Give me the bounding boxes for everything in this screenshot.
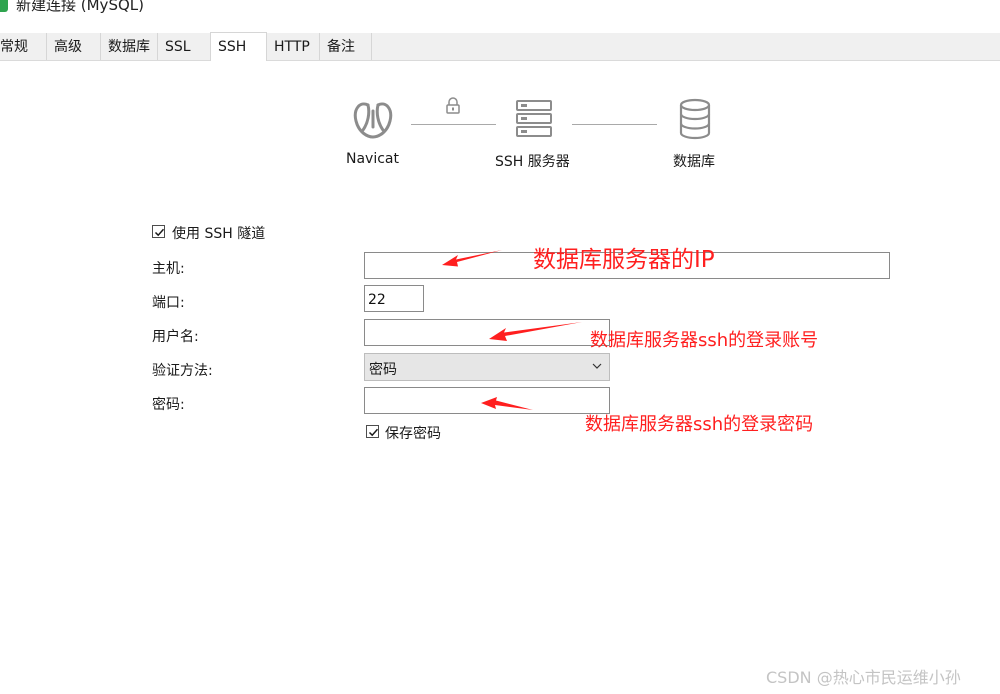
host-annotation: 数据库服务器的IP [533, 247, 715, 273]
watermark: CSDN @热心市民运维小孙 [766, 668, 961, 687]
password-annotation-arrow [481, 397, 533, 410]
host-annotation-arrow [442, 250, 502, 267]
password-annotation: 数据库服务器ssh的登录密码 [585, 414, 814, 435]
annotation-arrows [442, 250, 582, 410]
user-annotation-arrow [489, 322, 582, 341]
username-annotation: 数据库服务器ssh的登录账号 [590, 330, 819, 351]
